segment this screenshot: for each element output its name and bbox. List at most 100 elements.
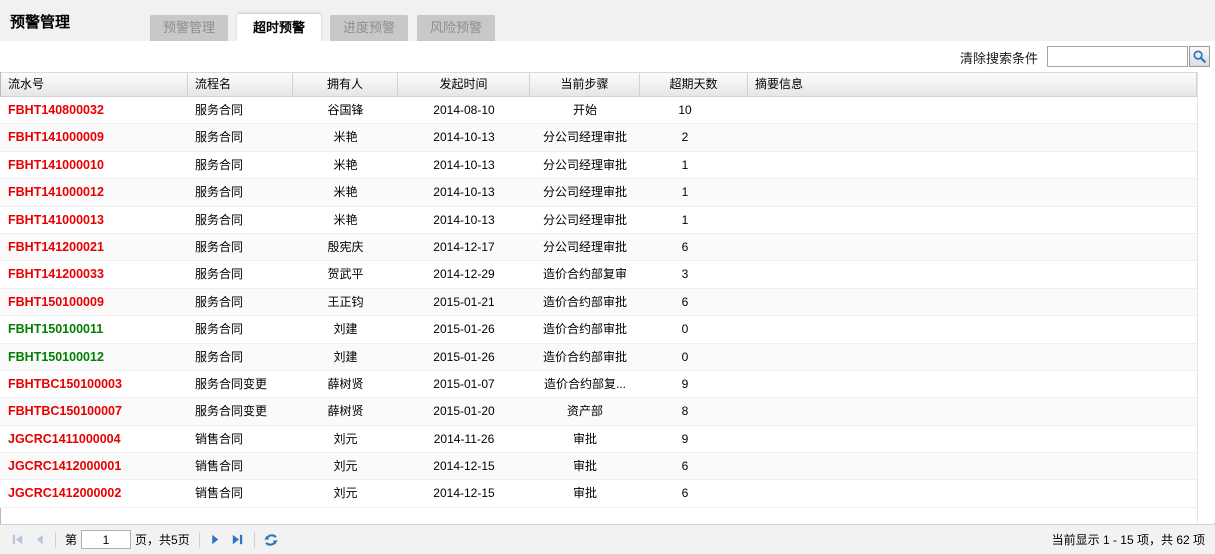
cell-process-name: 服务合同 <box>195 103 244 117</box>
cell-summary <box>748 371 1197 397</box>
cell-current-step: 造价合约部审批 <box>542 349 627 364</box>
cell-process-name: 服务合同 <box>195 267 244 282</box>
cell-owner: 刘元 <box>333 431 358 446</box>
column-header-summary[interactable]: 摘要信息 <box>748 73 1197 96</box>
cell-summary <box>748 261 1197 287</box>
table-row[interactable]: FBHT140800032 服务合同 谷国锋 2014-08-10 开始 10 <box>0 97 1197 125</box>
cell-summary <box>748 152 1197 178</box>
cell-process-name: 服务合同变更 <box>195 404 268 419</box>
table-row[interactable]: FBHT150100012 服务合同 刘建 2015-01-26 造价合约部审批… <box>0 343 1197 371</box>
table-row[interactable]: FBHT150100011 服务合同 刘建 2015-01-26 造价合约部审批… <box>0 316 1197 344</box>
column-header-serial[interactable]: 流水号 <box>0 73 188 96</box>
table-row[interactable]: JGCRC1411000004 销售合同 刘元 2014-11-26 审批 9 <box>0 425 1197 454</box>
cell-serial-number[interactable]: FBHT150100012 <box>0 344 188 370</box>
cell-serial-number[interactable]: FBHT140800032 <box>0 97 188 123</box>
cell-summary <box>748 426 1197 452</box>
cell-overdue-days: 0 <box>681 322 689 337</box>
first-page-button[interactable] <box>8 531 26 549</box>
cell-overdue-days: 6 <box>681 294 689 309</box>
page-prefix-label: 第 <box>65 533 78 547</box>
first-page-icon <box>10 532 25 547</box>
cell-owner: 刘建 <box>333 322 358 337</box>
table-row[interactable]: FBHT141200021 服务合同 殷宪庆 2014-12-17 分公司经理审… <box>0 233 1197 262</box>
cell-overdue-days: 2 <box>681 130 689 145</box>
cell-owner: 米艳 <box>333 130 358 145</box>
table-row[interactable]: FBHT141000009 服务合同 米艳 2014-10-13 分公司经理审批… <box>0 124 1197 152</box>
cell-serial-number[interactable]: FBHT141000010 <box>0 152 188 178</box>
cell-summary <box>748 398 1197 424</box>
tab-alert-management[interactable]: 预警管理 <box>150 15 229 41</box>
column-header-start-date[interactable]: 发起时间 <box>398 73 530 96</box>
cell-owner: 贺武平 <box>327 267 364 282</box>
cell-serial-number[interactable]: FBHTBC150100007 <box>0 398 188 424</box>
next-page-button[interactable] <box>207 531 225 549</box>
cell-serial-number[interactable]: JGCRC1412000002 <box>0 480 188 506</box>
cell-owner: 谷国锋 <box>327 103 364 117</box>
page-number-input[interactable] <box>81 530 132 549</box>
cell-current-step: 造价合约部复... <box>543 376 626 391</box>
table-row[interactable]: FBHT141200033 服务合同 贺武平 2014-12-29 造价合约部复… <box>0 261 1197 289</box>
cell-serial-number[interactable]: FBHT141200021 <box>0 234 188 260</box>
cell-process-name: 服务合同 <box>195 349 244 364</box>
cell-serial-number[interactable]: FBHT141200033 <box>0 261 188 287</box>
cell-summary <box>748 207 1197 233</box>
cell-overdue-days: 3 <box>681 267 689 282</box>
clear-search-link[interactable]: 清除搜索条件 <box>960 48 1038 67</box>
divider <box>253 531 255 548</box>
table-row[interactable]: FBHTBC150100003 服务合同变更 薛树贤 2015-01-07 造价… <box>0 370 1197 399</box>
cell-start-date: 2015-01-21 <box>433 294 495 309</box>
scrollbar-track[interactable] <box>1197 72 1215 523</box>
cell-summary <box>748 124 1197 150</box>
cell-serial-number[interactable]: FBHT141000009 <box>0 124 188 150</box>
cell-serial-number[interactable]: FBHT150100011 <box>0 316 188 342</box>
cell-current-step: 审批 <box>572 431 597 446</box>
cell-overdue-days: 9 <box>681 431 689 446</box>
refresh-button[interactable] <box>262 531 280 549</box>
table-row[interactable]: JGCRC1412000001 销售合同 刘元 2014-12-15 审批 6 <box>0 453 1197 481</box>
grid-header: 流水号 流程名 拥有人 发起时间 当前步骤 超期天数 摘要信息 <box>0 72 1215 97</box>
table-row[interactable]: FBHT150100009 服务合同 王正钧 2015-01-21 造价合约部审… <box>0 288 1197 317</box>
cell-summary <box>748 480 1197 506</box>
cell-owner: 殷宪庆 <box>327 239 364 254</box>
table-row[interactable]: FBHTBC150100007 服务合同变更 薛树贤 2015-01-20 资产… <box>0 398 1197 426</box>
cell-serial-number[interactable]: FBHT150100009 <box>0 289 188 315</box>
tab-progress-alert[interactable]: 进度预警 <box>330 15 409 41</box>
table-row[interactable]: JGCRC1412000002 销售合同 刘元 2014-12-15 审批 6 <box>0 480 1197 508</box>
cell-serial-number[interactable]: JGCRC1412000001 <box>0 453 188 479</box>
cell-current-step: 分公司经理审批 <box>542 212 627 227</box>
top-strip: 预警管理 预警管理 超时预警 进度预警 风险预警 <box>0 0 1215 41</box>
tab-overtime-alert[interactable]: 超时预警 <box>237 14 322 41</box>
display-range-info: 当前显示 1 - 15 项，共 62 项 <box>1051 533 1205 547</box>
prev-page-button[interactable] <box>30 531 48 549</box>
cell-serial-number[interactable]: FBHT141000013 <box>0 207 188 233</box>
cell-process-name: 服务合同 <box>195 239 244 254</box>
cell-summary <box>748 234 1197 260</box>
cell-process-name: 销售合同 <box>195 486 244 501</box>
cell-process-name: 服务合同 <box>195 130 244 145</box>
cell-start-date: 2014-10-13 <box>433 212 495 227</box>
divider <box>55 531 56 548</box>
table-row[interactable]: FBHT141000010 服务合同 米艳 2014-10-13 分公司经理审批… <box>0 151 1197 180</box>
cell-owner: 米艳 <box>333 185 358 200</box>
table-row[interactable]: FBHT141000012 服务合同 米艳 2014-10-13 分公司经理审批… <box>0 179 1197 207</box>
cell-serial-number[interactable]: JGCRC1411000004 <box>0 426 188 452</box>
search-input[interactable] <box>1047 46 1188 67</box>
cell-summary <box>748 453 1197 479</box>
cell-process-name: 服务合同 <box>195 212 244 227</box>
cell-overdue-days: 10 <box>678 103 692 117</box>
cell-serial-number[interactable]: FBHT141000012 <box>0 179 188 205</box>
column-header-overdue-days[interactable]: 超期天数 <box>640 73 748 96</box>
cell-owner: 刘建 <box>333 349 358 364</box>
cell-overdue-days: 6 <box>681 239 689 254</box>
cell-serial-number[interactable]: FBHTBC150100003 <box>0 371 188 397</box>
cell-overdue-days: 1 <box>681 212 689 227</box>
column-header-owner[interactable]: 拥有人 <box>293 73 398 96</box>
search-button[interactable] <box>1189 46 1210 67</box>
last-page-button[interactable] <box>229 531 247 549</box>
cell-process-name: 服务合同 <box>195 157 244 172</box>
cell-owner: 薛树贤 <box>327 376 364 391</box>
table-row[interactable]: FBHT141000013 服务合同 米艳 2014-10-13 分公司经理审批… <box>0 206 1197 234</box>
column-header-process[interactable]: 流程名 <box>188 73 293 96</box>
column-header-current-step[interactable]: 当前步骤 <box>530 73 640 96</box>
tab-risk-alert[interactable]: 风险预警 <box>417 15 496 41</box>
